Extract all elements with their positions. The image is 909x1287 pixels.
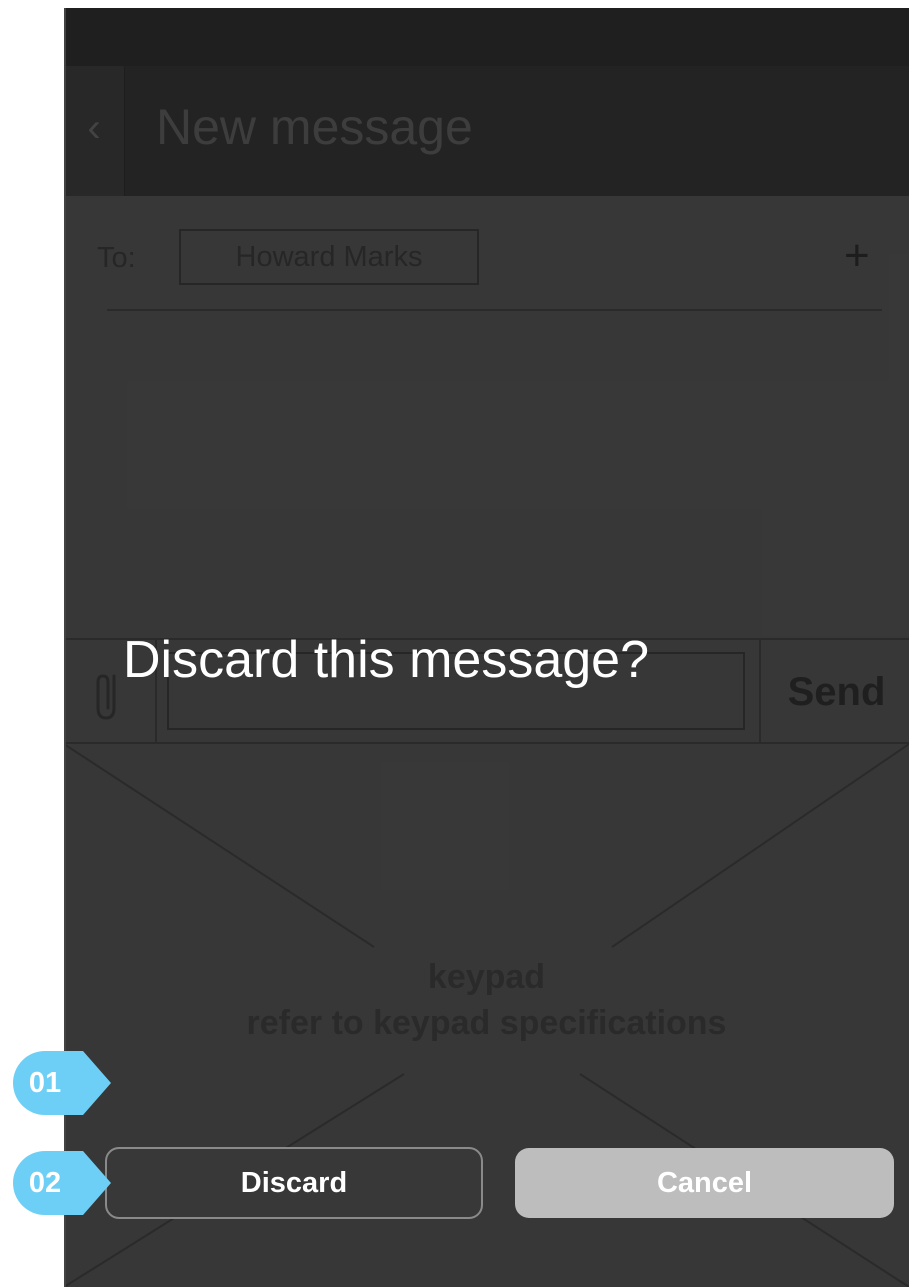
callout-number: 02: [28, 1167, 62, 1199]
annotation-callout-02: 02: [13, 1151, 113, 1215]
cancel-button[interactable]: Cancel: [515, 1148, 894, 1218]
annotation-callout-01: 01: [13, 1051, 113, 1115]
callout-number: 01: [28, 1067, 62, 1099]
discard-button[interactable]: Discard: [105, 1147, 483, 1219]
dialog-message: Discard this message?: [123, 631, 649, 689]
